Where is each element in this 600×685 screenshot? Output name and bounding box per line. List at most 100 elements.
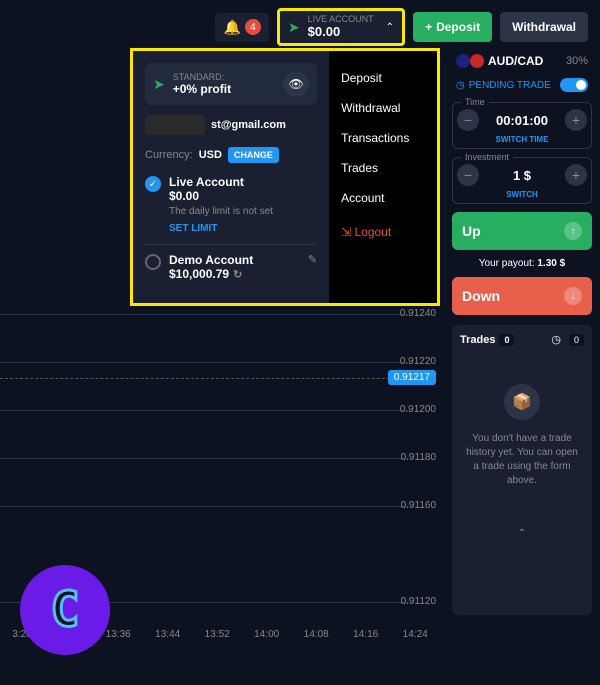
divider (145, 244, 317, 245)
currency-label: Currency: (145, 149, 193, 161)
price-tick: 0.91120 (401, 596, 436, 607)
plus-icon: + (425, 20, 432, 34)
pair-flags (456, 54, 484, 68)
bell-icon: 🔔 (223, 19, 240, 36)
time-tick: 14:08 (304, 629, 329, 640)
email-redacted (145, 115, 205, 135)
gridline (0, 362, 410, 363)
set-limit-link[interactable]: SET LIMIT (169, 223, 273, 234)
logo: C (20, 565, 110, 655)
time-label: Time (461, 97, 489, 107)
pair-percent: 30% (566, 55, 588, 67)
menu-transactions[interactable]: Transactions (337, 123, 429, 153)
dropdown-right-panel: Deposit Withdrawal Transactions Trades A… (329, 51, 437, 303)
account-balance: $0.00 (308, 24, 374, 39)
current-price-badge: 0.91217 (388, 370, 436, 385)
menu-withdrawal[interactable]: Withdrawal (337, 93, 429, 123)
gridline (0, 410, 410, 411)
refresh-icon[interactable]: ↻ (233, 269, 242, 281)
up-button[interactable]: Up↑ (452, 212, 592, 250)
time-field: Time − 00:01:00 + SWITCH TIME (452, 102, 592, 149)
time-tick: 14:24 (403, 629, 428, 640)
current-price-line (0, 378, 410, 379)
gridline (0, 506, 410, 507)
logout-link[interactable]: ⇲ Logout (337, 213, 429, 251)
demo-account-label: Demo Account (169, 253, 253, 267)
notification-count: 4 (245, 19, 261, 35)
dropdown-left-panel: ➤ STANDARD: +0% profit 👁 st@gmail.com Cu… (133, 51, 329, 303)
pair-name: AUD/CAD (488, 54, 543, 68)
visibility-toggle[interactable]: 👁 (283, 71, 309, 97)
time-minus-button[interactable]: − (457, 109, 479, 131)
currency-row: Currency: USD CHANGE (145, 147, 317, 163)
edit-icon[interactable]: ✎ (308, 253, 317, 266)
live-account-label: Live Account (169, 175, 273, 189)
price-tick: 0.91200 (400, 404, 436, 415)
standard-badge[interactable]: ➤ STANDARD: +0% profit 👁 (145, 63, 317, 105)
change-currency-button[interactable]: CHANGE (228, 147, 279, 163)
live-account-balance: $0.00 (169, 189, 273, 203)
withdrawal-button[interactable]: Withdrawal (500, 12, 588, 42)
email-suffix: st@gmail.com (211, 119, 286, 131)
menu-account[interactable]: Account (337, 183, 429, 213)
time-tick: 14:16 (353, 629, 378, 640)
topbar: 🔔 4 ➤ LIVE ACCOUNT $0.00 ⌃ +Deposit With… (0, 0, 600, 54)
time-tick: 13:44 (155, 629, 180, 640)
demo-account-balance: $10,000.79↻ (169, 267, 253, 281)
payout-text: Your payout: 1.30 $ (452, 258, 592, 269)
menu-deposit[interactable]: Deposit (337, 63, 429, 93)
paper-plane-icon: ➤ (288, 19, 300, 36)
email-row: st@gmail.com (145, 115, 317, 135)
flag-ca-icon (470, 54, 484, 68)
investment-plus-button[interactable]: + (565, 164, 587, 186)
panel-chevron-up-icon[interactable]: ⌃ (460, 528, 584, 539)
price-tick: 0.91220 (400, 356, 436, 367)
time-tick: 13:36 (106, 629, 131, 640)
trade-sidebar: AUD/CAD 30% ◷PENDING TRADE Time − 00:01:… (452, 48, 592, 615)
paper-plane-icon: ➤ (153, 76, 165, 93)
deposit-button[interactable]: +Deposit (413, 12, 492, 42)
investment-field: Investment − 1 $ + SWITCH (452, 157, 592, 204)
empty-state: 📦 You don't have a trade history yet. Yo… (460, 384, 584, 488)
history-tab[interactable]: ◷0 (551, 333, 584, 346)
trades-tab[interactable]: Trades0 (460, 334, 514, 346)
price-tick: 0.91180 (401, 452, 436, 463)
limit-note: The daily limit is not set (169, 206, 273, 217)
investment-value: 1 $ (513, 168, 531, 183)
account-type-label: LIVE ACCOUNT (308, 15, 374, 24)
gridline (0, 458, 410, 459)
pair-row[interactable]: AUD/CAD 30% (452, 48, 592, 74)
account-dropdown: ➤ STANDARD: +0% profit 👁 st@gmail.com Cu… (130, 48, 440, 306)
trades-panel: Trades0 ◷0 📦 You don't have a trade hist… (452, 325, 592, 615)
switch-time-link[interactable]: SWITCH TIME (457, 135, 587, 144)
down-button[interactable]: Down↓ (452, 277, 592, 315)
demo-account-option[interactable]: Demo Account $10,000.79↻ ✎ (145, 253, 317, 281)
currency-value: USD (199, 149, 222, 161)
time-plus-button[interactable]: + (565, 109, 587, 131)
time-value: 00:01:00 (496, 113, 548, 128)
pending-trade-label: ◷PENDING TRADE (456, 80, 551, 91)
profit-text: +0% profit (173, 82, 231, 96)
notifications-button[interactable]: 🔔 4 (215, 13, 268, 42)
box-icon: 📦 (504, 384, 540, 420)
clock-icon: ◷ (551, 333, 561, 346)
standard-label: STANDARD: (173, 72, 231, 82)
radio-checked-icon (145, 176, 161, 192)
clock-icon: ◷ (456, 80, 465, 91)
flag-au-icon (456, 54, 470, 68)
switch-link[interactable]: SWITCH (457, 190, 587, 199)
chevron-up-icon: ⌃ (386, 22, 394, 33)
investment-label: Investment (461, 152, 513, 162)
trades-header: Trades0 ◷0 (460, 333, 584, 354)
eye-icon: 👁 (288, 77, 303, 91)
arrow-down-icon: ↓ (564, 287, 582, 305)
pending-toggle[interactable] (560, 78, 588, 92)
price-tick: 0.91160 (401, 500, 436, 511)
live-account-option[interactable]: Live Account $0.00 The daily limit is no… (145, 175, 317, 234)
gridline (0, 314, 410, 315)
investment-minus-button[interactable]: − (457, 164, 479, 186)
radio-unchecked-icon (145, 254, 161, 270)
menu-trades[interactable]: Trades (337, 153, 429, 183)
account-selector[interactable]: ➤ LIVE ACCOUNT $0.00 ⌃ (277, 8, 405, 46)
empty-text: You don't have a trade history yet. You … (460, 432, 584, 488)
